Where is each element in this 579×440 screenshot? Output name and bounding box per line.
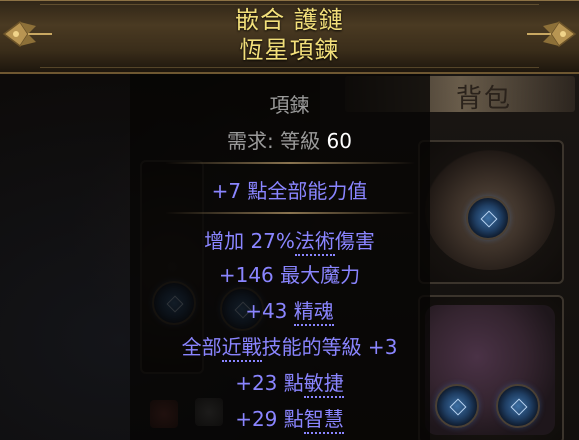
mod-suffix: 技能的等級 +3 [261,335,398,359]
tooltip-header: 嵌合 護鏈 恆星項鍊 [0,0,579,74]
explicit-mod: +29 點智慧 [0,406,579,434]
explicit-mod: +23 點敏捷 [0,370,579,398]
mod-prefix: +146 最大 [218,263,321,287]
mod-prefix: +43 [245,299,294,323]
implicit-mod: +7 點全部能力值 [211,179,368,203]
explicit-mod: 增加 27%法術傷害 [0,228,579,256]
mod-keyword[interactable]: 精魂 [293,299,334,326]
mod-prefix: +29 點 [235,407,304,431]
separator [165,212,415,214]
item-name: 嵌合 護鏈 [235,6,344,34]
mod-keyword[interactable]: 智慧 [303,407,344,434]
mod-keyword[interactable]: 近戰 [221,335,262,362]
explicit-mod: +146 最大魔力 [0,262,579,288]
item-requirement: 需求: 等級 60 [0,128,579,154]
mod-keyword[interactable]: 敏捷 [303,371,344,398]
mod-prefix: 全部 [181,335,222,359]
requirement-level-label: 等級 [280,129,327,153]
separator [165,162,415,164]
mod-prefix: 增加 27% [204,229,295,253]
item-base-type: 恆星項鍊 [239,36,340,64]
requirement-label: 需求: [227,129,281,153]
item-tooltip: 嵌合 護鏈 恆星項鍊 項鍊 需求: 等級 60 +7 點全部能力值 增加 27%… [0,0,579,440]
item-class: 項鍊 [269,93,310,117]
tooltip-body: 項鍊 需求: 等級 60 +7 點全部能力值 增加 27%法術傷害 +146 最… [0,74,579,440]
mod-keyword: 魔力 [320,263,361,287]
mod-keyword[interactable]: 法術 [294,229,335,256]
game-screen: 背包 嵌合 護鏈 恆星項鍊 項鍊 需求: 等級 60 +7 點全部能力值 增加 … [0,0,579,440]
explicit-mod: 全部近戰技能的等級 +3 [0,334,579,362]
requirement-level-value: 60 [326,129,352,153]
mod-suffix: 傷害 [334,229,375,253]
explicit-mod: +43 精魂 [0,298,579,326]
mod-prefix: +23 點 [235,371,304,395]
